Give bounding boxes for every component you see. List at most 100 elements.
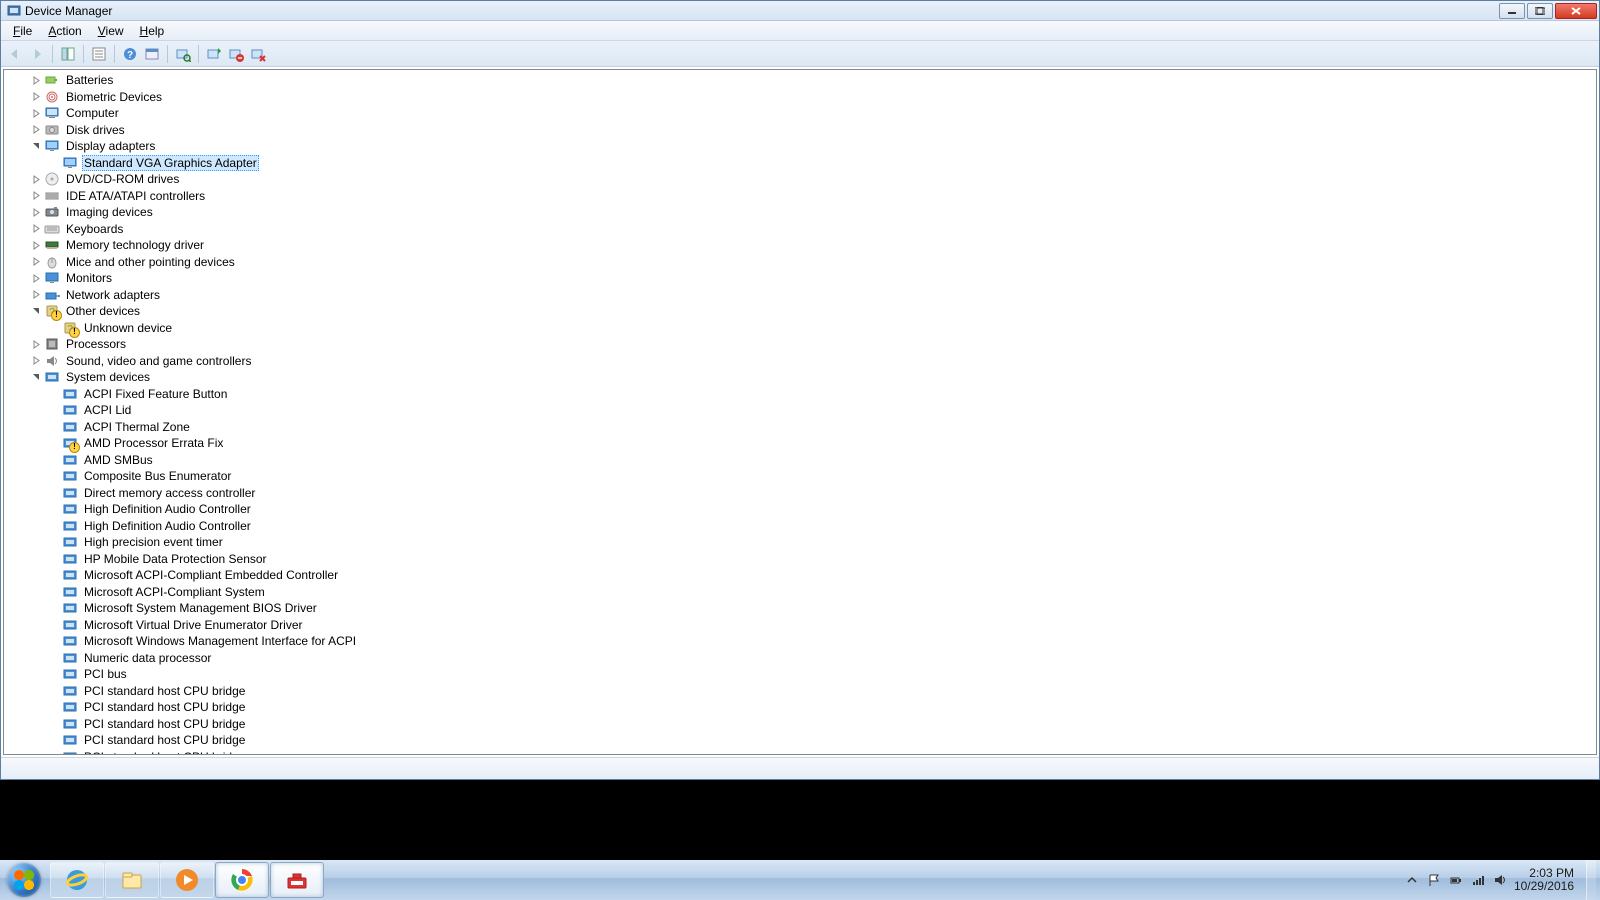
tree-node-label: IDE ATA/ATAPI controllers: [64, 189, 207, 203]
tree-node[interactable]: High Definition Audio Controller: [4, 518, 1596, 535]
uninstall-button[interactable]: [248, 44, 268, 64]
collapse-icon[interactable]: [30, 140, 42, 152]
forward-button[interactable]: [27, 44, 47, 64]
tree-node[interactable]: Biometric Devices: [4, 89, 1596, 106]
action-center-flag-icon[interactable]: [1426, 872, 1442, 888]
tree-node[interactable]: Mice and other pointing devices: [4, 254, 1596, 271]
taskbar[interactable]: 2:03 PM 10/29/2016: [0, 860, 1600, 900]
tree-node[interactable]: ACPI Thermal Zone: [4, 419, 1596, 436]
scan-button[interactable]: [173, 44, 193, 64]
tree-node[interactable]: PCI standard host CPU bridge: [4, 732, 1596, 749]
console-tree-button[interactable]: [58, 44, 78, 64]
tree-node[interactable]: PCI standard host CPU bridge: [4, 699, 1596, 716]
expand-icon[interactable]: [30, 355, 42, 367]
taskbar-app-chrome[interactable]: [215, 862, 269, 898]
back-button[interactable]: [5, 44, 25, 64]
tree-node[interactable]: AMD Processor Errata Fix: [4, 435, 1596, 452]
volume-icon[interactable]: [1492, 872, 1508, 888]
tree-node[interactable]: Sound, video and game controllers: [4, 353, 1596, 370]
taskbar-app-explorer[interactable]: [105, 862, 159, 898]
expand-icon[interactable]: [30, 289, 42, 301]
expand-icon[interactable]: [30, 107, 42, 119]
properties-button[interactable]: [89, 44, 109, 64]
tree-node[interactable]: Imaging devices: [4, 204, 1596, 221]
tree-node[interactable]: Composite Bus Enumerator: [4, 468, 1596, 485]
update-driver-button[interactable]: [204, 44, 224, 64]
expand-icon[interactable]: [30, 272, 42, 284]
expand-icon[interactable]: [30, 338, 42, 350]
tray-overflow-icon[interactable]: [1404, 872, 1420, 888]
taskbar-app-ie[interactable]: [50, 862, 104, 898]
menu-help[interactable]: Help: [132, 22, 173, 40]
tree-node[interactable]: Monitors: [4, 270, 1596, 287]
tree-node[interactable]: PCI standard host CPU bridge: [4, 749, 1596, 755]
collapse-icon[interactable]: [30, 371, 42, 383]
tree-node[interactable]: AMD SMBus: [4, 452, 1596, 469]
expand-icon[interactable]: [30, 91, 42, 103]
tree-node[interactable]: Microsoft Virtual Drive Enumerator Drive…: [4, 617, 1596, 634]
tree-node[interactable]: Batteries: [4, 72, 1596, 89]
tree-node[interactable]: Memory technology driver: [4, 237, 1596, 254]
disable-button[interactable]: [226, 44, 246, 64]
tree-node-label: Imaging devices: [64, 205, 155, 219]
start-button[interactable]: [4, 860, 44, 900]
expand-icon[interactable]: [30, 190, 42, 202]
tree-node[interactable]: Microsoft System Management BIOS Driver: [4, 600, 1596, 617]
tree-node[interactable]: Display adapters: [4, 138, 1596, 155]
taskbar-app-diagnostics[interactable]: [270, 862, 324, 898]
tree-node-label: Batteries: [64, 73, 115, 87]
help-button[interactable]: ?: [120, 44, 140, 64]
tree-node[interactable]: PCI bus: [4, 666, 1596, 683]
titlebar[interactable]: Device Manager: [1, 1, 1599, 21]
show-desktop-button[interactable]: [1586, 860, 1596, 900]
tree-node[interactable]: Disk drives: [4, 122, 1596, 139]
tree-node[interactable]: Microsoft Windows Management Interface f…: [4, 633, 1596, 650]
clock[interactable]: 2:03 PM 10/29/2016: [1514, 867, 1576, 893]
tree-node[interactable]: Processors: [4, 336, 1596, 353]
tree-node[interactable]: ACPI Fixed Feature Button: [4, 386, 1596, 403]
expand-spacer: [48, 602, 60, 614]
expand-icon[interactable]: [30, 223, 42, 235]
power-icon[interactable]: [1448, 872, 1464, 888]
expand-icon[interactable]: [30, 74, 42, 86]
tree-node[interactable]: DVD/CD-ROM drives: [4, 171, 1596, 188]
taskbar-app-wmp[interactable]: [160, 862, 214, 898]
tree-node[interactable]: Microsoft ACPI-Compliant Embedded Contro…: [4, 567, 1596, 584]
device-manager-window: Device Manager File Action View Help ? B…: [0, 0, 1600, 780]
tree-node[interactable]: System devices: [4, 369, 1596, 386]
toolbar-separator: [198, 45, 199, 63]
tree-node[interactable]: Numeric data processor: [4, 650, 1596, 667]
tree-node[interactable]: Microsoft ACPI-Compliant System: [4, 584, 1596, 601]
tree-node[interactable]: IDE ATA/ATAPI controllers: [4, 188, 1596, 205]
close-button[interactable]: [1555, 3, 1597, 19]
expand-icon[interactable]: [30, 124, 42, 136]
action-menu-button[interactable]: [142, 44, 162, 64]
tree-node[interactable]: PCI standard host CPU bridge: [4, 716, 1596, 733]
tree-node[interactable]: Network adapters: [4, 287, 1596, 304]
minimize-button[interactable]: [1499, 3, 1525, 19]
expand-icon[interactable]: [30, 239, 42, 251]
tree-node[interactable]: HP Mobile Data Protection Sensor: [4, 551, 1596, 568]
maximize-button[interactable]: [1527, 3, 1553, 19]
menu-file[interactable]: File: [5, 22, 40, 40]
device-tree[interactable]: Batteries Biometric DevicesComputerDisk d…: [4, 70, 1596, 754]
tree-node[interactable]: ?Other devices: [4, 303, 1596, 320]
menu-view[interactable]: View: [90, 22, 132, 40]
tree-node[interactable]: ?Unknown device: [4, 320, 1596, 337]
menu-action[interactable]: Action: [40, 22, 89, 40]
collapse-icon[interactable]: [30, 305, 42, 317]
tree-node[interactable]: Keyboards: [4, 221, 1596, 238]
tree-node[interactable]: Direct memory access controller: [4, 485, 1596, 502]
tree-node[interactable]: Standard VGA Graphics Adapter: [4, 155, 1596, 172]
expand-icon[interactable]: [30, 206, 42, 218]
tree-node[interactable]: High precision event timer: [4, 534, 1596, 551]
tree-node[interactable]: PCI standard host CPU bridge: [4, 683, 1596, 700]
tree-node[interactable]: Computer: [4, 105, 1596, 122]
tree-node-label: ACPI Fixed Feature Button: [82, 387, 229, 401]
expand-icon[interactable]: [30, 256, 42, 268]
tree-node-label: Numeric data processor: [82, 651, 213, 665]
tree-node[interactable]: ACPI Lid: [4, 402, 1596, 419]
expand-icon[interactable]: [30, 173, 42, 185]
tree-node[interactable]: High Definition Audio Controller: [4, 501, 1596, 518]
network-icon[interactable]: [1470, 872, 1486, 888]
